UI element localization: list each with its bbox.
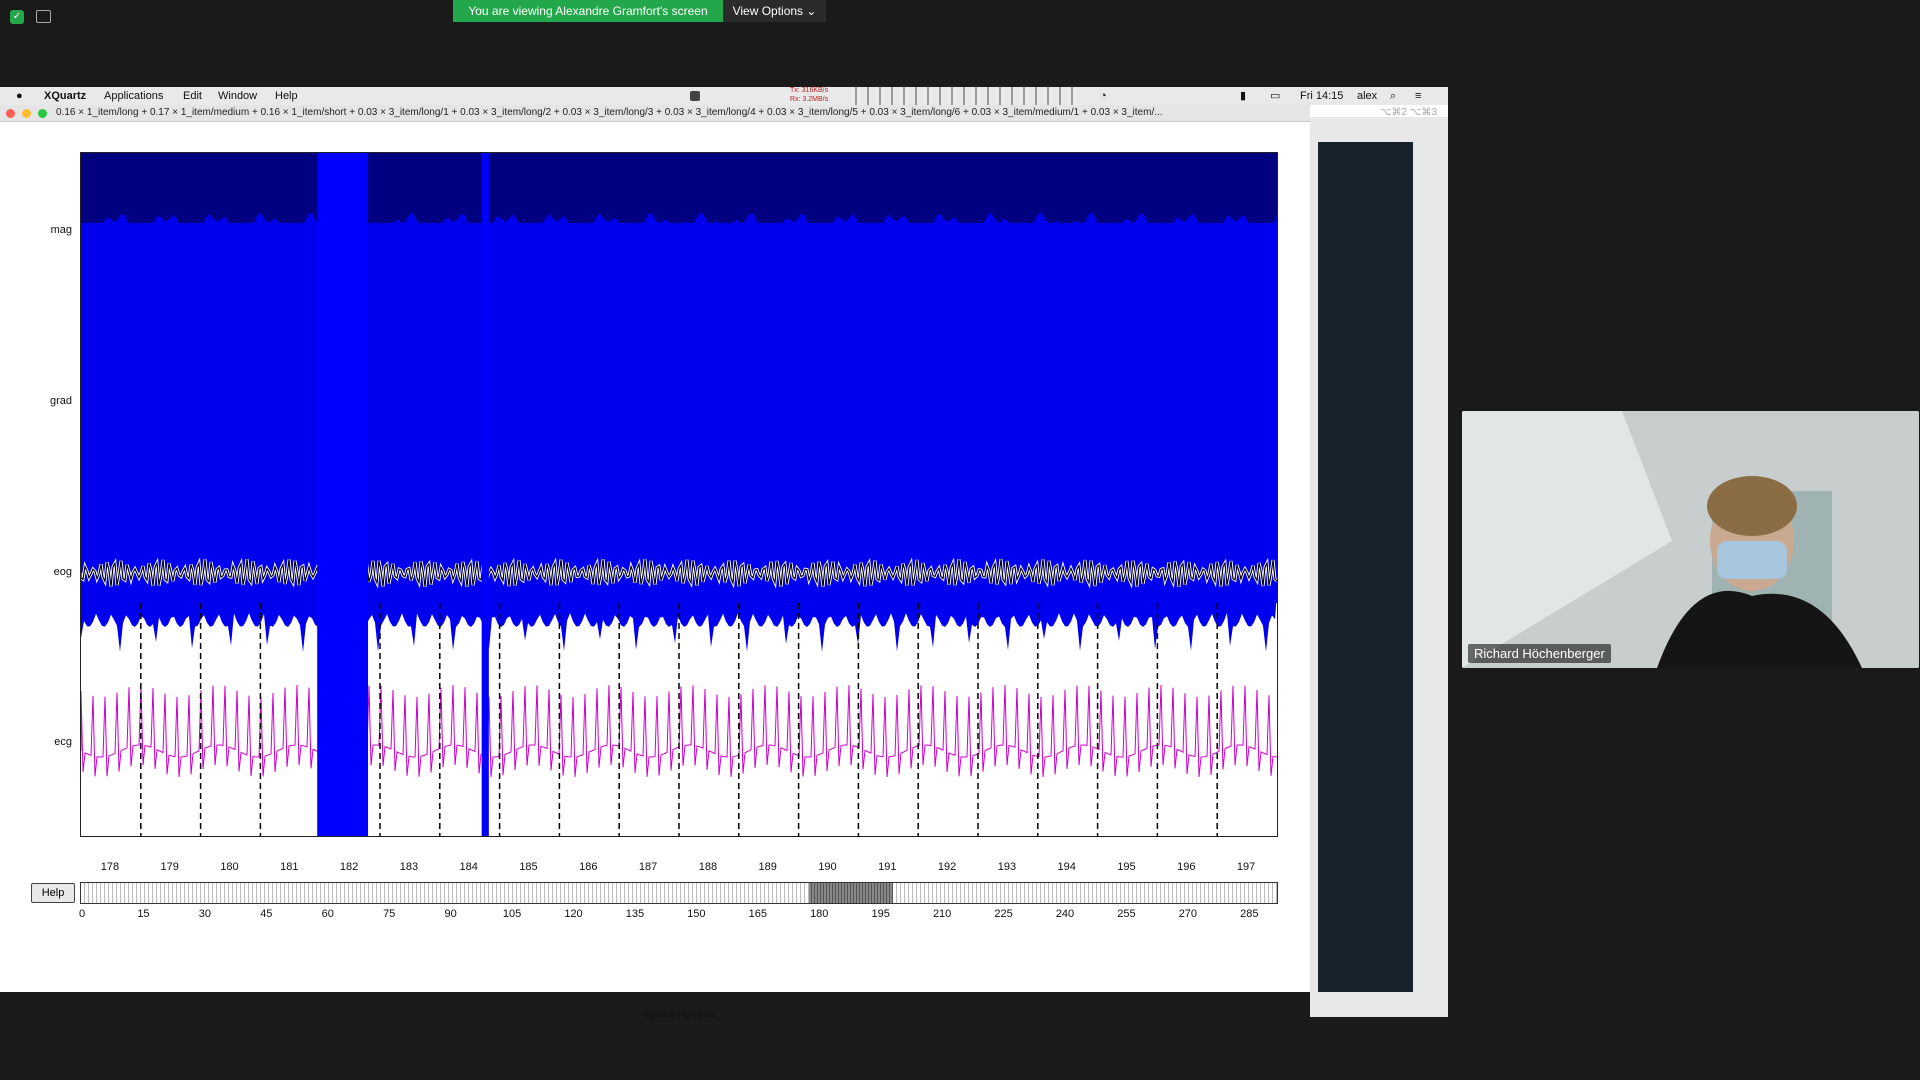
- epochs-plot[interactable]: [80, 152, 1278, 837]
- network-down: Rx: 3.2MB/s: [790, 96, 829, 103]
- help-button[interactable]: Help: [31, 883, 75, 903]
- ylabel-mag: mag: [50, 224, 72, 236]
- share-banner: You are viewing Alexandre Gramfort's scr…: [453, 0, 723, 22]
- search-icon[interactable]: ⌕: [1390, 87, 1396, 105]
- ylabel-grad: grad: [49, 395, 72, 407]
- epoch-tick-label: 192: [937, 861, 957, 873]
- scroll-tick-label: 120: [564, 908, 583, 920]
- epoch-tick-label: 178: [100, 861, 120, 873]
- scroll-tick-label: 75: [383, 908, 396, 920]
- battery-icon: ▭: [1270, 90, 1281, 102]
- scroll-tick-label: 165: [748, 908, 767, 920]
- epoch-tick-label: 189: [758, 861, 777, 873]
- ylabel-ecg: ecg: [54, 736, 72, 748]
- app-menu[interactable]: XQuartz: [44, 87, 86, 105]
- scroll-tick-label: 240: [1055, 908, 1075, 920]
- participant-video[interactable]: Richard Höchenberger: [1462, 411, 1919, 668]
- epoch-tick-label: 186: [579, 861, 598, 873]
- menu-help[interactable]: Help: [275, 87, 298, 105]
- scroll-tick-label: 45: [260, 908, 273, 920]
- scroll-tick-label: 180: [810, 908, 829, 920]
- menubar-status-icons[interactable]: [855, 87, 1080, 105]
- video-frame: [1462, 411, 1919, 668]
- apple-menu-icon[interactable]: ●: [16, 87, 23, 105]
- epoch-scrollbar[interactable]: [80, 882, 1278, 904]
- tray-icons: [690, 87, 700, 107]
- epochs-svg[interactable]: [81, 153, 1277, 836]
- scroll-tick-label: 135: [625, 908, 645, 920]
- window-icon[interactable]: [36, 10, 51, 23]
- window-titlebar: 0.16 × 1_item/long + 0.17 × 1_item/mediu…: [0, 105, 1310, 122]
- mac-menubar: ● XQuartz Applications Edit Window Help …: [0, 87, 1448, 105]
- window-title: 0.16 × 1_item/long + 0.17 × 1_item/mediu…: [56, 107, 1163, 118]
- security-shield-icon: ✓: [10, 10, 24, 24]
- epoch-tick-label: 179: [160, 861, 179, 873]
- scroll-tick-label: 285: [1240, 908, 1259, 920]
- grad-band: [81, 223, 1277, 603]
- epoch-tick-label: 190: [818, 861, 837, 873]
- scroll-tick-label: 15: [137, 908, 150, 920]
- scroll-tick-label: 90: [444, 908, 457, 920]
- scroll-thumb[interactable]: [809, 883, 893, 903]
- view-options-button[interactable]: View Options ⌄: [723, 0, 826, 22]
- scroll-tick-label: 30: [198, 908, 211, 920]
- epoch-tick-label: 187: [638, 861, 658, 873]
- clock[interactable]: Fri 14:15: [1300, 87, 1343, 105]
- notification-icon[interactable]: ≡: [1415, 87, 1421, 105]
- mag-band: [81, 153, 1277, 223]
- epoch-tick-label: 185: [519, 861, 538, 873]
- user-name[interactable]: alex: [1357, 87, 1377, 105]
- menu-edit[interactable]: Edit: [183, 87, 202, 105]
- menu-window[interactable]: Window: [218, 87, 257, 105]
- minimize-icon[interactable]: [22, 109, 31, 118]
- participant-name: Richard Höchenberger: [1468, 644, 1611, 663]
- background-shortcuts: ⌥⌘2 ⌥⌘3: [1380, 107, 1437, 118]
- bad-epoch-185: [481, 153, 489, 836]
- scroll-tick-label: 195: [871, 908, 890, 920]
- scroll-tick-label: 225: [994, 908, 1013, 920]
- epoch-tick-label: 180: [220, 861, 239, 873]
- scroll-tick-label: 270: [1178, 908, 1198, 920]
- epoch-tick-label: 182: [339, 861, 359, 873]
- epoch-tick-label: 193: [997, 861, 1017, 873]
- epoch-tick-label: 194: [1057, 861, 1076, 873]
- mne-plot-window: mag grad eog ecg 178 179 180 181 182 183 184 18…: [0, 122, 1310, 1021]
- bad-epoch-182: [317, 153, 369, 836]
- scroll-tick-label: 0: [78, 908, 86, 920]
- ylabel-eog: eog: [53, 566, 72, 578]
- scroll-tick-label: 255: [1117, 908, 1136, 920]
- tray-icon[interactable]: [690, 91, 700, 101]
- shared-screen: ⌥⌘2 ⌥⌘3 ● XQuartz Applications Edit Wind…: [0, 87, 1448, 1021]
- zoom-icon[interactable]: [38, 109, 47, 118]
- close-icon[interactable]: [6, 109, 15, 118]
- scroll-tick-label: 150: [687, 908, 706, 920]
- scroll-tick-label: 105: [502, 908, 522, 920]
- epoch-tick-label: 191: [878, 861, 897, 873]
- flag-icon[interactable]: ▮: [1240, 87, 1246, 105]
- epoch-tick-label: 181: [280, 861, 299, 873]
- epoch-tick-label: 184: [459, 861, 478, 873]
- wifi-icon[interactable]: ◔: [1100, 87, 1107, 105]
- epoch-tick-label: 197: [1236, 861, 1256, 873]
- epoch-tick-label: 196: [1177, 861, 1196, 873]
- network-up: Tx: 316KB/s: [790, 87, 829, 94]
- epoch-tick-label: 183: [399, 861, 419, 873]
- x-axis-label: Epoch number: [644, 1009, 716, 1021]
- epoch-tick-label: 188: [698, 861, 718, 873]
- scroll-tick-label: 210: [932, 908, 952, 920]
- background-terminal: [1318, 142, 1413, 992]
- menu-applications[interactable]: Applications: [104, 87, 163, 105]
- scroll-tick-label: 60: [321, 908, 334, 920]
- epoch-tick-label: 195: [1117, 861, 1136, 873]
